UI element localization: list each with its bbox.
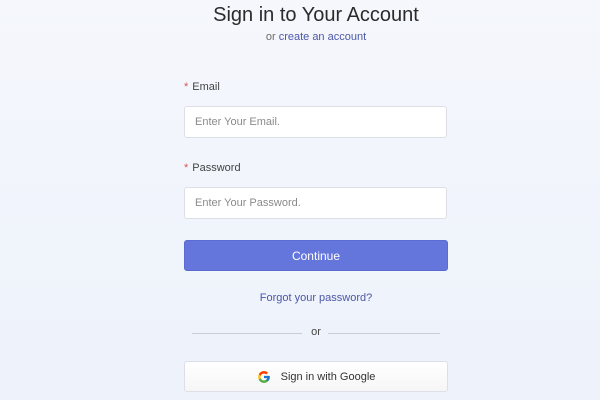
- subtitle-prefix: or: [265, 31, 276, 43]
- divider-line-left: [192, 333, 302, 334]
- password-required-mark: *: [184, 162, 189, 174]
- google-signin-label: Sign in with Google: [280, 370, 376, 383]
- page-title: Sign in to Your Account: [213, 4, 419, 26]
- email-label: * Email: [184, 81, 220, 93]
- password-label: * Password: [184, 162, 241, 174]
- email-field[interactable]: [184, 106, 447, 138]
- google-icon: [257, 370, 270, 383]
- forgot-password-link[interactable]: Forgot your password?: [0, 292, 600, 304]
- divider-text: or: [311, 326, 321, 338]
- email-required-mark: *: [184, 81, 189, 93]
- password-label-text: Password: [192, 162, 241, 174]
- create-account-link[interactable]: create an account: [279, 31, 366, 43]
- email-label-text: Email: [192, 81, 220, 93]
- divider-line-right: [328, 333, 440, 334]
- continue-button[interactable]: Continue: [184, 240, 448, 271]
- page-subtitle: or create an account: [0, 31, 600, 43]
- google-signin-button[interactable]: Sign in with Google: [184, 361, 448, 392]
- password-field[interactable]: [184, 187, 447, 219]
